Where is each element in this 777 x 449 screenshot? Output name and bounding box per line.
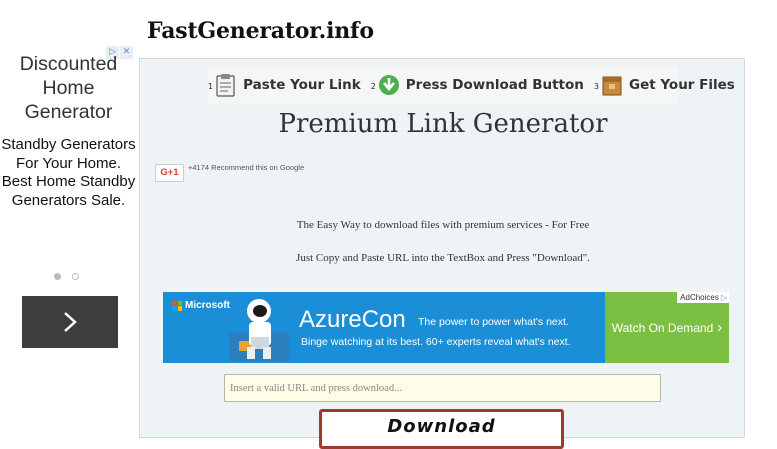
step-label: Paste Your Link <box>243 77 361 93</box>
step-press-download: 2 Press Download Button <box>371 73 584 97</box>
step-number: 3 <box>593 82 599 91</box>
step-get-files: 3 Get Your Files <box>594 73 735 97</box>
ad-next-button[interactable] <box>22 296 118 348</box>
azurecon-subline: Binge watching at its best. 60+ experts … <box>301 336 571 348</box>
download-button-label: Download <box>387 416 496 437</box>
step-paste-link: 1 Paste Your Link <box>208 73 361 97</box>
description-line-2: Just Copy and Paste URL into the TextBox… <box>296 252 590 264</box>
google-plus-widget: G+1 +4174 Recommend this on Google <box>155 163 308 182</box>
microsoft-brand: Microsoft <box>185 300 230 311</box>
url-input[interactable] <box>224 374 661 402</box>
ad-body[interactable]: Standby Generators For Your Home. Best H… <box>0 136 137 210</box>
azurecon-title: AzureCon <box>299 306 406 333</box>
chevron-right-icon: › <box>717 319 723 336</box>
ad-headline[interactable]: Discounted Home Generator <box>0 52 137 124</box>
carousel-dots <box>54 273 79 280</box>
microsoft-logo: Microsoft <box>172 300 230 311</box>
page-heading: Premium Link Generator <box>278 109 608 139</box>
main-panel: 1 Paste Your Link 2 Press Download Butto… <box>139 58 745 449</box>
carousel-dot[interactable] <box>72 273 79 280</box>
carousel-dot-active[interactable] <box>54 273 61 280</box>
astronaut-illustration <box>229 299 289 361</box>
description-line-1: The Easy Way to download files with prem… <box>296 219 590 231</box>
step-label: Press Download Button <box>405 77 584 93</box>
steps-banner: 1 Paste Your Link 2 Press Download Butto… <box>208 67 735 103</box>
adchoices-icon: ▷ <box>720 293 727 302</box>
download-arrow-icon <box>378 75 399 95</box>
azurecon-tagline: The power to power what's next. <box>418 316 569 328</box>
chevron-right-icon <box>64 312 77 332</box>
watch-on-demand-label: Watch On Demand <box>611 320 714 335</box>
google-plus-count: +4174 Recommend this on Google <box>188 163 305 172</box>
step-number: 1 <box>208 82 214 91</box>
package-icon <box>602 76 622 96</box>
site-title[interactable]: FastGenerator.info <box>147 18 374 44</box>
adchoices-label[interactable]: AdChoices ▷ <box>677 292 729 303</box>
microsoft-squares-icon <box>172 300 182 311</box>
clipboard-icon <box>216 74 235 97</box>
step-label: Get Your Files <box>629 77 735 93</box>
azurecon-banner-ad[interactable]: Microsoft AzureCon The power to power wh… <box>163 292 729 363</box>
step-number: 2 <box>370 82 376 91</box>
google-plus-button[interactable]: G+1 <box>155 164 184 182</box>
left-ad[interactable]: ▷ ✕ Discounted Home Generator Standby Ge… <box>0 44 137 364</box>
adchoices-text: AdChoices <box>680 293 719 302</box>
download-button[interactable]: Download <box>319 409 564 449</box>
